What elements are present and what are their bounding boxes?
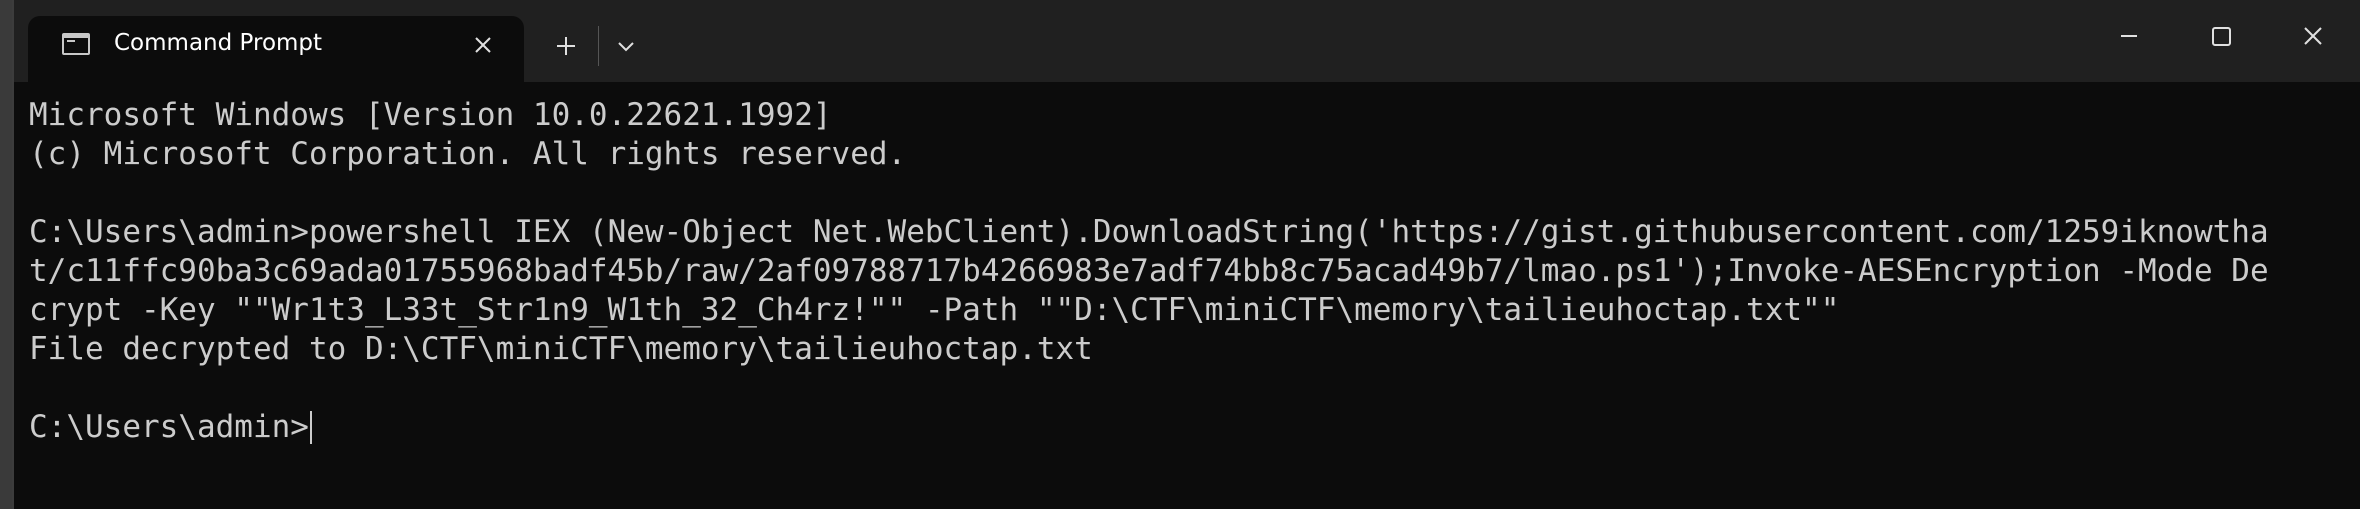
terminal-line: crypt -Key ""Wr1t3_L33t_Str1n9_W1th_32_C… <box>29 292 1840 328</box>
command-prompt: C:\Users\admin> <box>29 409 309 445</box>
terminal-line: t/c11ffc90ba3c69ada01755968badf45b/raw/2… <box>29 253 2269 289</box>
maximize-icon <box>2212 27 2231 46</box>
new-tab-button[interactable] <box>544 28 588 64</box>
tab-title: Command Prompt <box>114 30 323 56</box>
close-icon <box>2304 27 2322 45</box>
tab-command-prompt[interactable]: Command Prompt <box>28 16 524 82</box>
prompt-line[interactable]: C:\Users\admin> <box>29 408 2349 447</box>
terminal-line: (c) Microsoft Corporation. All rights re… <box>29 136 907 172</box>
command-prompt-icon <box>62 33 90 55</box>
terminal-line: Microsoft Windows [Version 10.0.22621.19… <box>29 97 832 133</box>
tab-divider <box>598 26 599 66</box>
close-icon <box>475 37 491 53</box>
title-bar[interactable]: Command Prompt <box>14 0 2360 82</box>
tab-dropdown-button[interactable] <box>606 28 646 64</box>
terminal-output[interactable]: Microsoft Windows [Version 10.0.22621.19… <box>14 82 2360 509</box>
terminal-text: Microsoft Windows [Version 10.0.22621.19… <box>29 96 2349 447</box>
chevron-down-icon <box>618 42 634 52</box>
maximize-button[interactable] <box>2186 14 2256 58</box>
close-window-button[interactable] <box>2278 14 2348 58</box>
text-cursor <box>309 411 312 444</box>
terminal-line: C:\Users\admin>powershell IEX (New-Objec… <box>29 214 2269 250</box>
minimize-button[interactable] <box>2094 14 2164 58</box>
minimize-icon <box>2121 35 2137 37</box>
terminal-line: File decrypted to D:\CTF\miniCTF\memory\… <box>29 331 1093 367</box>
terminal-window: Command Prompt Microsoft Windows [Versio… <box>12 0 2360 509</box>
plus-icon <box>557 37 575 55</box>
tab-close-button[interactable] <box>468 30 498 60</box>
